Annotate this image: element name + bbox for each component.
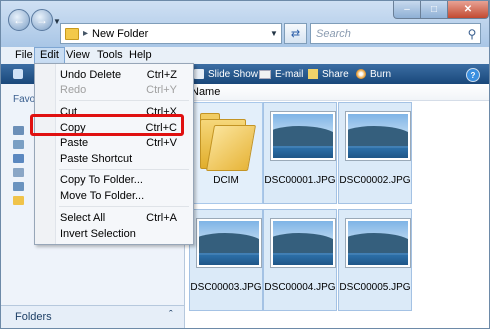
help-icon[interactable]: ?: [466, 68, 480, 82]
menu-item-label: Invert Selection: [60, 228, 136, 240]
folders-label: Folders: [15, 311, 52, 323]
music-link-icon[interactable]: [13, 154, 24, 163]
menu-item-shortcut: Ctrl+V: [146, 137, 177, 149]
email-label: E-mail: [275, 68, 304, 80]
documents-link-icon[interactable]: [13, 126, 24, 135]
menu-item-invert-selection[interactable]: Invert Selection: [57, 227, 191, 241]
file-item[interactable]: DSC00005.JPG: [338, 209, 412, 311]
menu-item-copy-to-folder[interactable]: Copy To Folder...: [57, 173, 191, 187]
menu-help[interactable]: Help: [124, 48, 157, 63]
menu-item-undo-delete[interactable]: Undo Delete Ctrl+Z: [57, 68, 191, 82]
file-name: DSC00004.JPG: [264, 282, 336, 293]
file-name: DSC00001.JPG: [264, 175, 336, 186]
image-thumbnail: [345, 218, 411, 268]
file-item[interactable]: DSC00001.JPG: [263, 102, 337, 204]
share-button[interactable]: Share: [308, 67, 349, 81]
menu-item-label: Select All: [60, 212, 106, 224]
email-button[interactable]: E-mail: [259, 67, 303, 81]
menu-item-shortcut: Ctrl+A: [146, 212, 177, 224]
edit-menu-dropdown: Undo Delete Ctrl+Z Redo Ctrl+Y Cut Ctrl+…: [34, 63, 194, 245]
share-label: Share: [322, 68, 349, 80]
menu-item-label: Move To Folder...: [60, 190, 145, 202]
file-item[interactable]: DSC00004.JPG: [263, 209, 337, 311]
back-arrow-icon[interactable]: ←: [8, 9, 30, 31]
favorite-links-label: Favo: [13, 94, 36, 105]
refresh-button[interactable]: ⇄: [284, 23, 307, 44]
file-name: DSC00002.JPG: [339, 175, 411, 186]
search-icon[interactable]: ⚲: [464, 27, 480, 41]
folder-icon: [200, 113, 257, 171]
organize-icon: [13, 69, 23, 79]
menu-item-move-to-folder[interactable]: Move To Folder...: [57, 189, 191, 203]
pictures-link-icon[interactable]: [13, 140, 24, 149]
menu-item-redo[interactable]: Redo Ctrl+Y: [57, 83, 191, 97]
title-bar: ← → ▼ ▸ New Folder ▼ ⇄ Search ⚲ – □ ✕: [1, 1, 489, 47]
address-path: New Folder: [92, 27, 149, 40]
menu-view[interactable]: View: [61, 48, 95, 63]
slideshow-button[interactable]: Slide Show: [194, 67, 258, 81]
copy-highlight-box: [30, 114, 184, 136]
recent-link-icon[interactable]: [13, 168, 24, 177]
slideshow-icon: [194, 69, 204, 79]
menu-item-label: Paste: [60, 137, 89, 149]
explorer-window: ← → ▼ ▸ New Folder ▼ ⇄ Search ⚲ – □ ✕ Fi…: [0, 0, 490, 329]
forward-arrow-icon[interactable]: →: [31, 9, 53, 31]
menu-tools[interactable]: Tools: [92, 48, 128, 63]
menu-item-paste[interactable]: Paste Ctrl+V: [57, 136, 191, 150]
minimize-icon: –: [404, 4, 410, 15]
column-header: Name: [185, 84, 489, 101]
refresh-icon: ⇄: [290, 28, 301, 40]
menu-item-paste-shortcut[interactable]: Paste Shortcut: [57, 152, 191, 166]
slideshow-label: Slide Show: [208, 68, 259, 80]
close-icon: ✕: [463, 4, 473, 15]
organize-button[interactable]: [13, 67, 27, 81]
address-dropdown-icon[interactable]: ▼: [267, 29, 281, 38]
image-thumbnail: [196, 218, 262, 268]
maximize-button[interactable]: □: [420, 1, 448, 19]
email-icon: [259, 69, 271, 79]
menu-separator: [59, 169, 189, 170]
breadcrumb-separator-icon[interactable]: ▸: [83, 28, 88, 39]
menu-item-select-all[interactable]: Select All Ctrl+A: [57, 211, 191, 225]
menu-item-label: Paste Shortcut: [60, 153, 133, 165]
file-name: DSC00005.JPG: [339, 282, 411, 293]
searches-link-icon[interactable]: [13, 182, 24, 191]
menu-item-label: Copy To Folder...: [60, 174, 143, 186]
minimize-button[interactable]: –: [393, 1, 421, 19]
menu-item-shortcut: Ctrl+Z: [146, 69, 177, 81]
burn-button[interactable]: Burn: [356, 67, 391, 81]
menu-separator: [59, 206, 189, 207]
file-item[interactable]: DSC00003.JPG: [189, 209, 263, 311]
search-input[interactable]: Search ⚲: [310, 23, 481, 44]
folders-toggle[interactable]: Folders ˆ: [1, 305, 184, 328]
name-column-header[interactable]: Name: [191, 86, 220, 98]
menu-separator: [59, 100, 189, 101]
file-name: DCIM: [213, 175, 239, 186]
file-name: DSC00003.JPG: [190, 282, 262, 293]
close-button[interactable]: ✕: [447, 1, 489, 19]
burn-label: Burn: [370, 68, 392, 80]
menu-gutter: [35, 64, 56, 244]
public-folder-link-icon[interactable]: [13, 196, 24, 205]
file-item[interactable]: DCIM: [189, 102, 263, 204]
image-thumbnail: [345, 111, 411, 161]
menu-item-label: Redo: [60, 84, 87, 96]
search-placeholder: Search: [316, 27, 351, 40]
image-thumbnail: [270, 218, 336, 268]
burn-disc-icon: [356, 69, 366, 79]
chevron-up-icon[interactable]: ˆ: [169, 309, 173, 321]
file-list: Name DCIM DSC00001.JPG DSC00002.JPG DSC0…: [185, 84, 489, 328]
image-thumbnail: [270, 111, 336, 161]
menu-item-label: Undo Delete: [60, 69, 122, 81]
menu-item-shortcut: Ctrl+Y: [146, 84, 177, 96]
folder-icon: [65, 27, 79, 40]
address-bar[interactable]: ▸ New Folder ▼: [60, 23, 282, 44]
share-icon: [308, 69, 318, 79]
file-item[interactable]: DSC00002.JPG: [338, 102, 412, 204]
maximize-icon: □: [430, 4, 438, 15]
